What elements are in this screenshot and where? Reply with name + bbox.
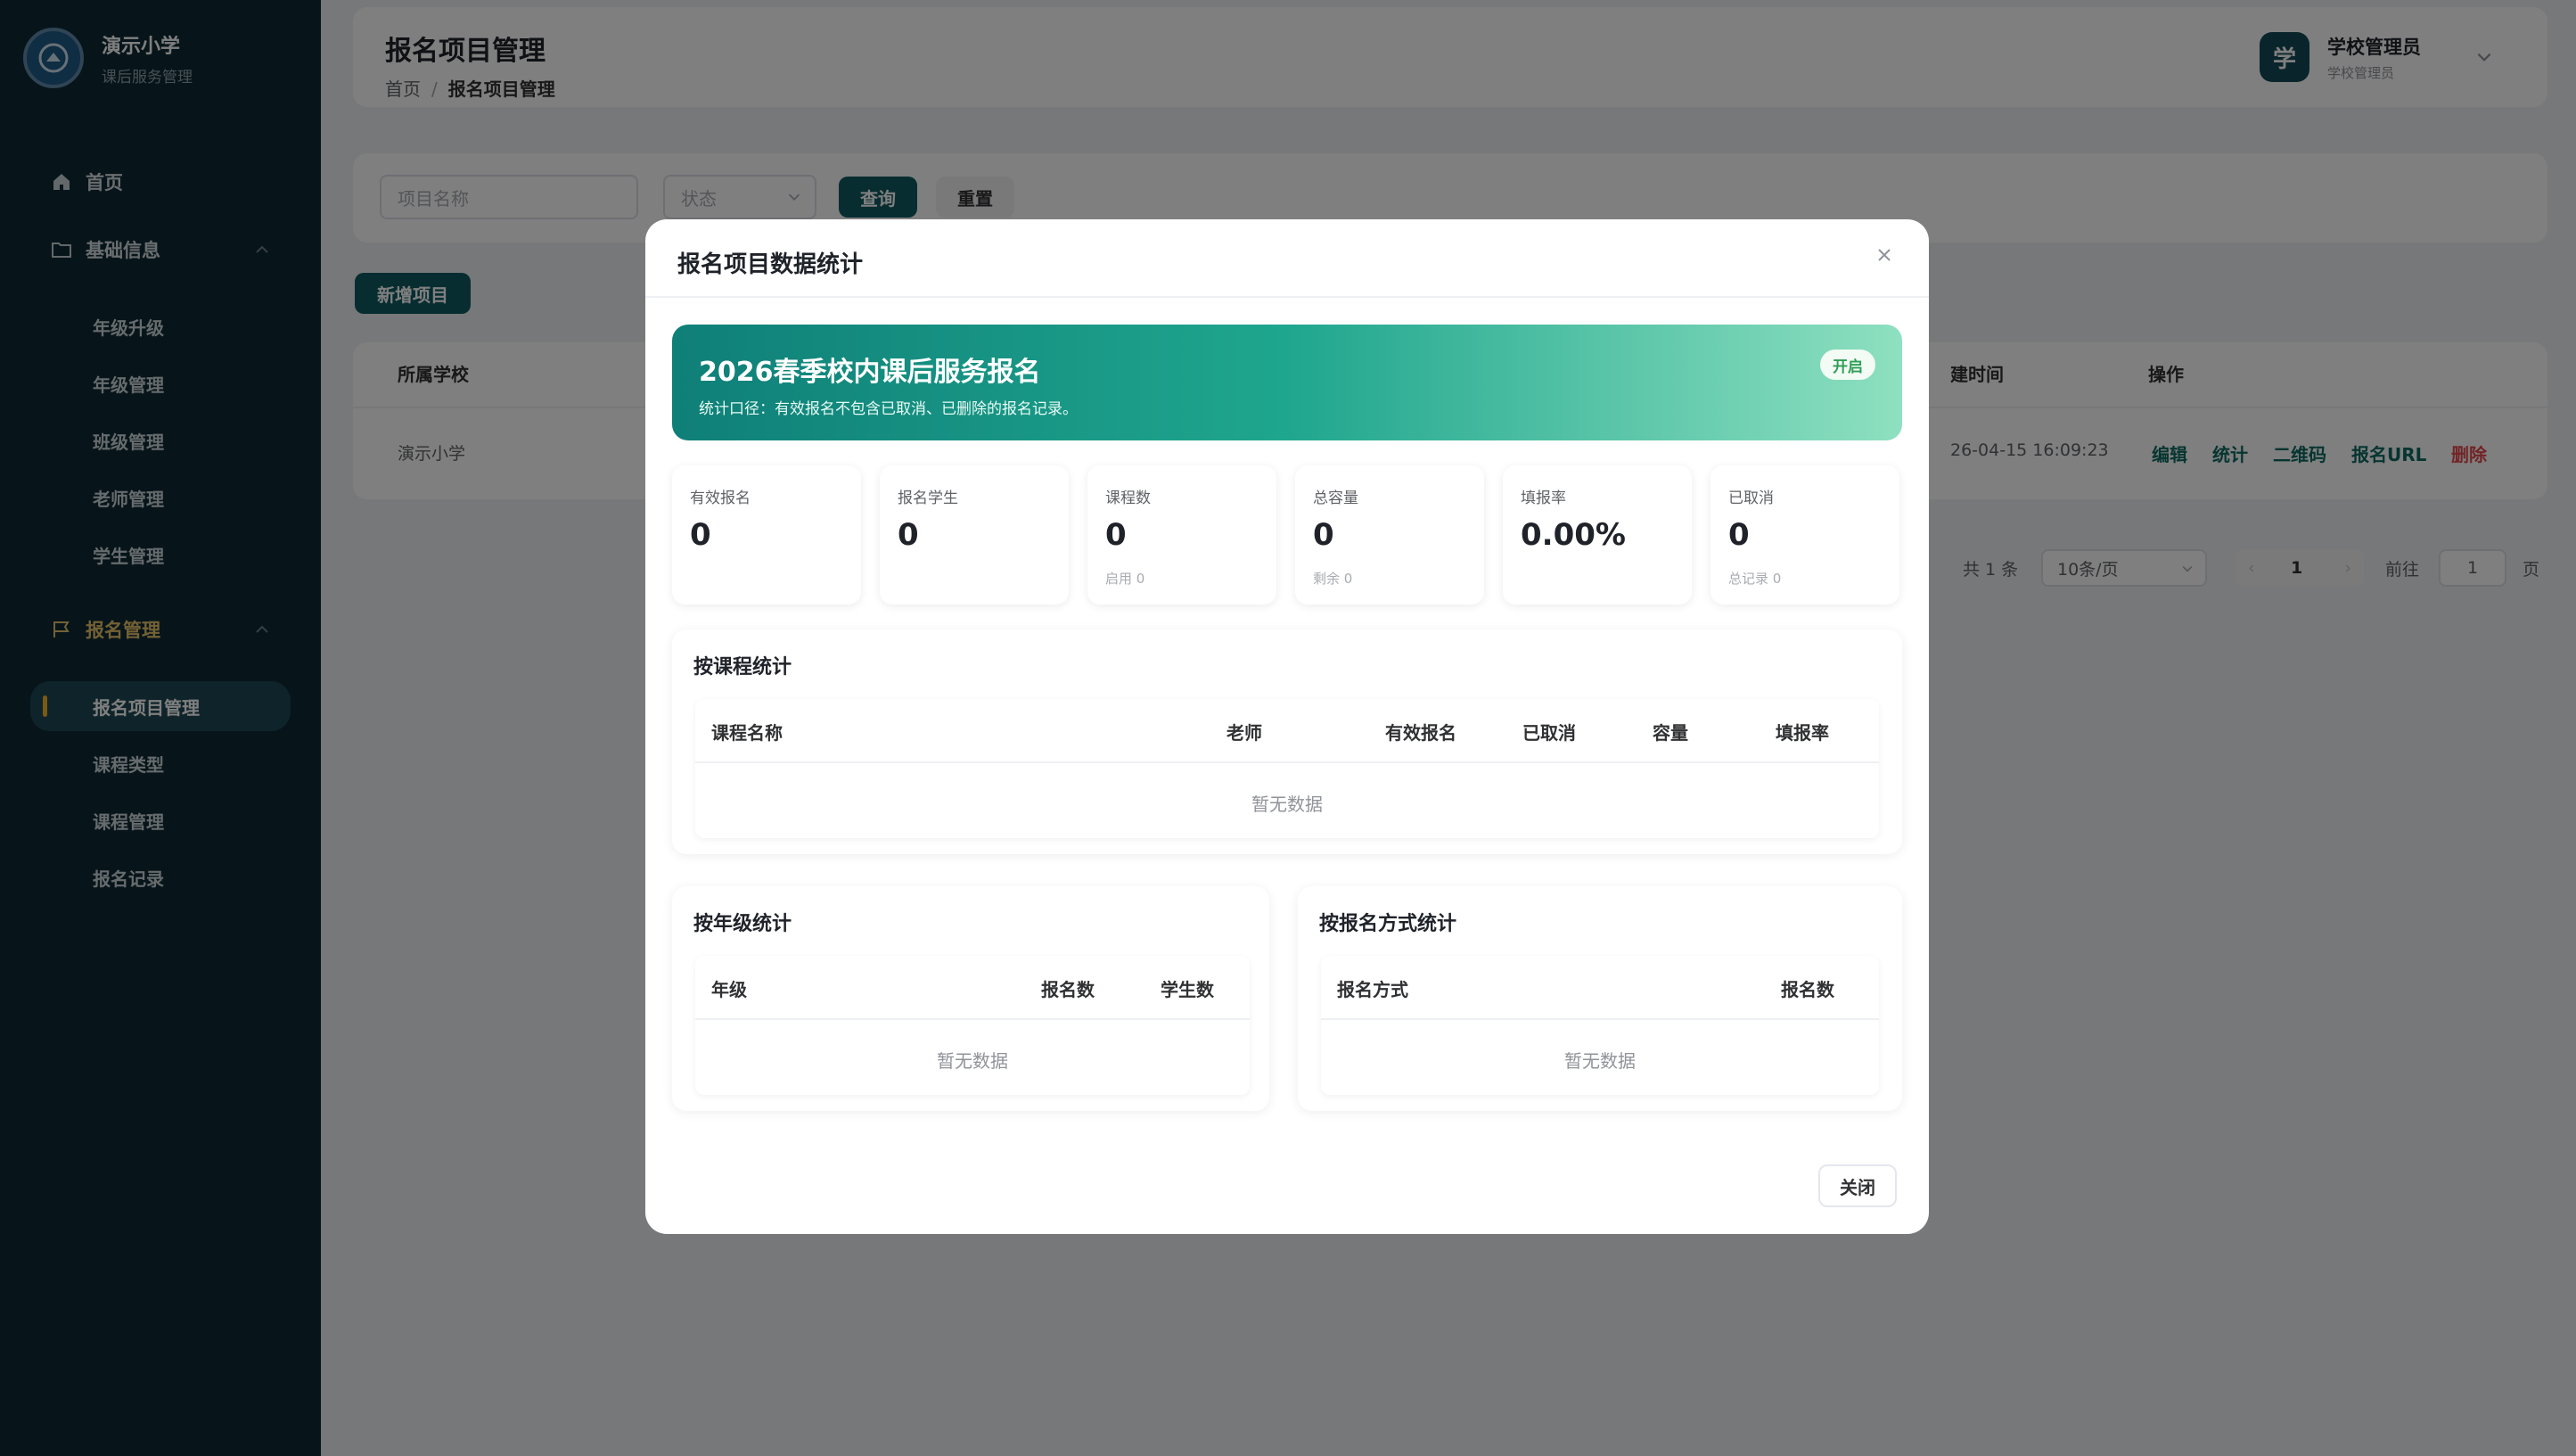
stat-label: 已取消 <box>1728 489 1774 507</box>
table-header: 课程名称 老师 有效报名 已取消 容量 填报率 <box>695 699 1879 763</box>
status-badge: 开启 <box>1820 350 1875 380</box>
stat-value: 0 <box>898 517 919 553</box>
course-stats-table: 课程名称 老师 有效报名 已取消 容量 填报率 暂无数据 <box>695 699 1879 838</box>
method-stats-panel: 按报名方式统计 报名方式 报名数 暂无数据 <box>1298 886 1902 1111</box>
column-header-students: 学生数 <box>1161 979 1214 1000</box>
column-header-valid: 有效报名 <box>1385 722 1456 744</box>
stat-label: 课程数 <box>1105 489 1151 507</box>
column-header-teacher: 老师 <box>1226 722 1262 744</box>
stat-card-total-capacity: 总容量 0 剩余 0 <box>1295 465 1484 605</box>
stat-value: 0 <box>690 517 711 553</box>
table-header: 年级 报名数 学生数 <box>695 956 1250 1020</box>
close-button[interactable]: 关闭 <box>1818 1164 1897 1207</box>
grade-stats-table: 年级 报名数 学生数 暂无数据 <box>695 956 1250 1095</box>
stats-dialog: 报名项目数据统计 2026春季校内课后服务报名 统计口径：有效报名不包含已取消、… <box>645 219 1929 1234</box>
empty-state: 暂无数据 <box>937 1050 1008 1072</box>
dialog-title: 报名项目数据统计 <box>677 251 864 278</box>
stat-sub: 剩余 0 <box>1313 571 1353 587</box>
empty-state: 暂无数据 <box>1564 1050 1636 1072</box>
column-header-fill-rate: 填报率 <box>1776 722 1829 744</box>
close-icon[interactable] <box>1866 237 1902 273</box>
stat-card-fill-rate: 填报率 0.00% <box>1503 465 1692 605</box>
column-header-method: 报名方式 <box>1337 979 1408 1000</box>
column-header-cancelled: 已取消 <box>1522 722 1576 744</box>
table-header: 报名方式 报名数 <box>1321 956 1879 1020</box>
column-header-capacity: 容量 <box>1653 722 1688 744</box>
stat-label: 总容量 <box>1313 489 1358 507</box>
project-title: 2026春季校内课后服务报名 <box>699 357 1041 388</box>
section-title: 按报名方式统计 <box>1319 913 1457 935</box>
method-stats-table: 报名方式 报名数 暂无数据 <box>1321 956 1879 1095</box>
stat-sub: 总记录 0 <box>1728 571 1782 587</box>
stat-card-registered-students: 报名学生 0 <box>880 465 1069 605</box>
stat-card-valid-registrations: 有效报名 0 <box>672 465 861 605</box>
column-header-grade: 年级 <box>711 979 747 1000</box>
dialog-divider <box>645 296 1929 298</box>
stat-card-course-count: 课程数 0 启用 0 <box>1087 465 1276 605</box>
grade-stats-panel: 按年级统计 年级 报名数 学生数 暂无数据 <box>672 886 1269 1111</box>
section-title: 按课程统计 <box>693 656 792 679</box>
column-header-registrations: 报名数 <box>1781 979 1834 1000</box>
stat-label: 填报率 <box>1521 489 1566 507</box>
project-banner: 2026春季校内课后服务报名 统计口径：有效报名不包含已取消、已删除的报名记录。… <box>672 325 1902 440</box>
empty-state: 暂无数据 <box>1251 794 1323 815</box>
stat-value: 0.00% <box>1521 517 1626 553</box>
stat-value: 0 <box>1728 517 1750 553</box>
stat-label: 有效报名 <box>690 489 751 507</box>
stat-label: 报名学生 <box>898 489 958 507</box>
section-title: 按年级统计 <box>693 913 792 935</box>
column-header-registrations: 报名数 <box>1041 979 1095 1000</box>
column-header-course-name: 课程名称 <box>711 722 783 744</box>
course-stats-panel: 按课程统计 课程名称 老师 有效报名 已取消 容量 填报率 暂无数据 <box>672 629 1902 854</box>
stats-scope-note: 统计口径：有效报名不包含已取消、已删除的报名记录。 <box>699 400 1078 418</box>
stat-sub: 启用 0 <box>1105 571 1145 587</box>
stat-card-cancelled: 已取消 0 总记录 0 <box>1710 465 1899 605</box>
stat-value: 0 <box>1105 517 1127 553</box>
stat-value: 0 <box>1313 517 1334 553</box>
